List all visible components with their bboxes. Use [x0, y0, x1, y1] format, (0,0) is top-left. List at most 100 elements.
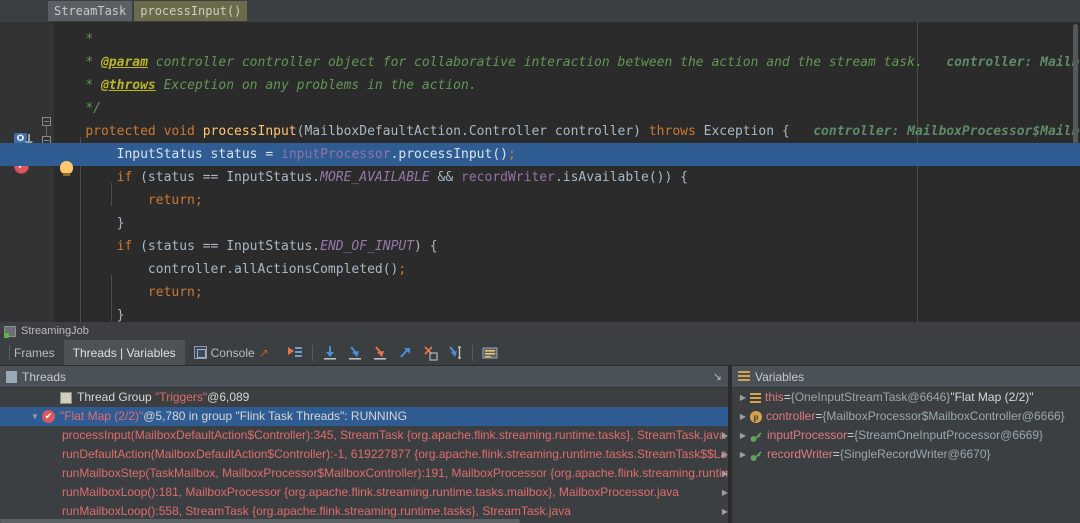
- field-icon: [750, 449, 763, 461]
- thread-group-row[interactable]: Thread Group "Triggers"@6,089: [0, 388, 728, 407]
- this-icon: [750, 392, 761, 403]
- code-editor[interactable]: O ✓ − − * * @param controller controller…: [0, 22, 1080, 322]
- fold-expanded-icon[interactable]: −: [42, 117, 51, 126]
- tab-divider: [9, 345, 10, 360]
- variables-icon: [738, 371, 750, 382]
- variables-panel-header: Variables: [732, 366, 1080, 388]
- variables-panel-title: Variables: [755, 369, 805, 384]
- variables-tree[interactable]: ▶ this = {OneInputStreamTask@6646} "Flat …: [732, 388, 1080, 523]
- toolbar-divider-1: [311, 344, 313, 361]
- thread-running-icon: ✔: [42, 410, 55, 423]
- run-to-cursor-button[interactable]: [444, 342, 466, 364]
- code-line[interactable]: if (status == InputStatus.MORE_AVAILABLE…: [54, 166, 688, 189]
- stack-frame-label: runDefaultAction(MailboxDefaultAction$Co…: [62, 447, 728, 461]
- tab-threads-variables[interactable]: Threads | Variables: [63, 340, 185, 365]
- editor-fold-gutter[interactable]: [40, 22, 54, 322]
- code-line[interactable]: *: [54, 28, 93, 51]
- stack-frame-row[interactable]: runMailboxStep(TaskMailbox, MailboxProce…: [0, 464, 728, 483]
- variable-name: inputProcessor: [767, 428, 848, 442]
- stack-frame-label: runMailboxStep(TaskMailbox, MailboxProce…: [62, 466, 728, 480]
- variable-value-extra: "Flat Map (2/2)": [950, 390, 1034, 404]
- code-line[interactable]: protected void processInput(MailboxDefau…: [54, 120, 1080, 143]
- variable-equals: =: [815, 409, 823, 423]
- force-step-into-button[interactable]: [369, 342, 391, 364]
- variable-value: {MailboxProcessor$MailboxController@6666…: [822, 409, 1065, 423]
- variable-equals: =: [847, 428, 855, 442]
- run-config-name: StreamingJob: [21, 325, 89, 337]
- code-line[interactable]: * @throws Exception on any problems in t…: [54, 74, 476, 97]
- drop-frame-button[interactable]: [419, 342, 441, 364]
- code-line[interactable]: */: [54, 97, 101, 120]
- minimize-icon[interactable]: ↘: [713, 370, 728, 383]
- threads-panel-header: Threads ↘: [0, 366, 728, 388]
- step-over-button[interactable]: [319, 342, 341, 364]
- debug-tool-window: StreamingJob Frames Threads | Variables …: [0, 322, 1080, 523]
- threads-tree[interactable]: Thread Group "Triggers"@6,089 ▼ ✔ "Flat Map…: [0, 388, 728, 523]
- variable-equals: =: [783, 390, 791, 404]
- tab-console[interactable]: Console ↗: [185, 340, 278, 365]
- fold-region-bar: [46, 126, 47, 136]
- console-arrow-icon: ↗: [258, 345, 269, 360]
- variable-value: {OneInputStreamTask@6646}: [790, 390, 951, 404]
- code-line[interactable]: }: [54, 212, 125, 235]
- code-line[interactable]: }: [54, 304, 125, 322]
- thread-label: "Flat Map (2/2)"@5,780 in group "Flink T…: [60, 409, 407, 423]
- variable-row[interactable]: ▶ this = {OneInputStreamTask@6646} "Flat …: [732, 388, 1080, 407]
- evaluate-expression-button[interactable]: [479, 342, 501, 364]
- debug-tabs-row: Frames Threads | Variables Console ↗: [0, 340, 1080, 366]
- thread-row[interactable]: ▼ ✔ "Flat Map (2/2)"@5,780 in group "Flink…: [0, 407, 728, 426]
- variable-name: controller: [766, 409, 816, 423]
- code-line[interactable]: * @param controller controller object fo…: [54, 51, 1080, 74]
- step-out-button[interactable]: [394, 342, 416, 364]
- variable-name: recordWriter: [767, 447, 833, 461]
- tab-frames[interactable]: Frames: [0, 340, 64, 365]
- stack-frame-row[interactable]: processInput(MailboxDefaultAction$Contro…: [0, 426, 728, 445]
- thread-group-icon: [60, 391, 72, 404]
- debug-toolbar: [278, 342, 501, 364]
- toolbar-divider-2: [471, 344, 473, 361]
- editor-text-area[interactable]: * * @param controller controller object …: [0, 22, 1080, 322]
- variable-expand-toggle[interactable]: ▶: [736, 426, 750, 445]
- tree-expand-toggle[interactable]: ▼: [28, 407, 42, 426]
- variable-value: {StreamOneInputProcessor@6669}: [854, 428, 1044, 442]
- stack-frame-label: processInput(MailboxDefaultAction$Contro…: [62, 428, 726, 442]
- code-line[interactable]: return;: [54, 189, 203, 212]
- step-into-button[interactable]: [344, 342, 366, 364]
- field-icon: [750, 430, 763, 442]
- tab-console-label: Console: [210, 345, 255, 360]
- variable-expand-toggle[interactable]: ▶: [736, 388, 750, 407]
- variable-row[interactable]: ▶ inputProcessor = {StreamOneInputProcess…: [732, 426, 1080, 445]
- variable-name: this: [765, 390, 784, 404]
- code-line[interactable]: if (status == InputStatus.END_OF_INPUT) …: [54, 235, 438, 258]
- threads-hscrollbar[interactable]: [0, 519, 728, 523]
- run-configuration-header: StreamingJob: [0, 322, 1080, 340]
- tab-threads-variables-label: Threads | Variables: [72, 345, 176, 360]
- tab-frames-label: Frames: [14, 345, 55, 360]
- variable-expand-toggle[interactable]: ▶: [736, 445, 750, 464]
- breadcrumb: StreamTask processInput(): [0, 0, 1080, 22]
- code-line[interactable]: InputStatus status = inputProcessor.proc…: [54, 143, 516, 166]
- debug-panels: Threads ↘ Thread Group "Triggers"@6,089 ▼…: [0, 366, 1080, 523]
- variable-row[interactable]: ▶ recordWriter = {SingleRecordWriter@6670…: [732, 445, 1080, 464]
- parameter-icon: p: [750, 410, 762, 423]
- stack-frame-row[interactable]: runDefaultAction(MailboxDefaultAction$Co…: [0, 445, 728, 464]
- variable-equals: =: [832, 447, 840, 461]
- stack-frame-row[interactable]: runMailboxLoop():181, MailboxProcessor {…: [0, 483, 728, 502]
- variable-row[interactable]: ▶ p controller = {MailboxProcessor$Mailbox…: [732, 407, 1080, 426]
- threads-panel-title: Threads: [22, 369, 67, 384]
- code-line[interactable]: return;: [54, 281, 203, 304]
- threads-panel: Threads ↘ Thread Group "Triggers"@6,089 ▼…: [0, 366, 728, 523]
- threads-icon: [6, 370, 17, 383]
- show-execution-point-button[interactable]: [284, 342, 306, 364]
- intellij-debugger-window: StreamTask processInput() O ✓ − − * * @p…: [0, 0, 1080, 523]
- editor-vertical-scrollbar[interactable]: [1073, 24, 1078, 144]
- variable-value: {SingleRecordWriter@6670}: [839, 447, 991, 461]
- breadcrumb-method[interactable]: processInput(): [134, 1, 248, 21]
- variable-expand-toggle[interactable]: ▶: [736, 407, 750, 426]
- code-line[interactable]: controller.allActionsCompleted();: [54, 258, 406, 281]
- breadcrumb-class[interactable]: StreamTask: [48, 1, 133, 21]
- stack-frame-label: runMailboxLoop():181, MailboxProcessor {…: [62, 485, 679, 499]
- console-icon: [193, 346, 207, 359]
- variables-panel: Variables ▶ this = {OneInputStreamTask@66…: [732, 366, 1080, 523]
- run-config-icon: [4, 325, 16, 338]
